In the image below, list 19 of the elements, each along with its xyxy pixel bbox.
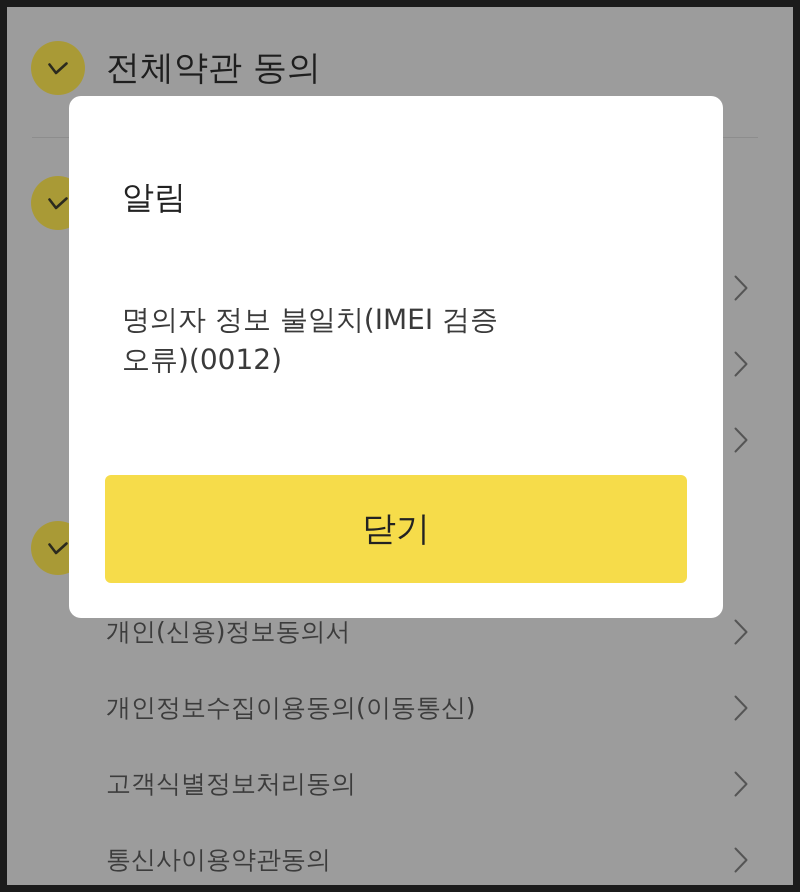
check-icon (48, 542, 68, 554)
terms-label[interactable]: 통신사이용약관동의 (106, 847, 331, 873)
chevron-right-icon[interactable] (734, 619, 748, 645)
all-agree-label[interactable]: 전체약관 동의 (106, 47, 321, 89)
terms-label[interactable]: 고객식별정보처리동의 (106, 771, 356, 797)
chevron-right-icon[interactable] (734, 427, 748, 453)
chevron-right-icon[interactable] (734, 351, 748, 377)
dialog-title: 알림 (122, 177, 186, 217)
chevron-right-icon[interactable] (734, 695, 748, 721)
chevron-right-icon[interactable] (734, 275, 748, 301)
chevron-right-icon[interactable] (734, 771, 748, 797)
check-icon (48, 62, 68, 74)
close-button[interactable]: 닫기 (105, 475, 687, 583)
check-icon (48, 196, 68, 210)
terms-label[interactable]: 개인(신용)정보동의서 (106, 619, 351, 645)
terms-label[interactable]: 개인정보수집이용동의(이동통신) (106, 695, 476, 721)
chevron-right-icon[interactable] (734, 847, 748, 873)
checkbox[interactable] (31, 41, 85, 95)
dialog-message: 명의자 정보 불일치(IMEI 검증 오류)(0012) (122, 302, 499, 378)
